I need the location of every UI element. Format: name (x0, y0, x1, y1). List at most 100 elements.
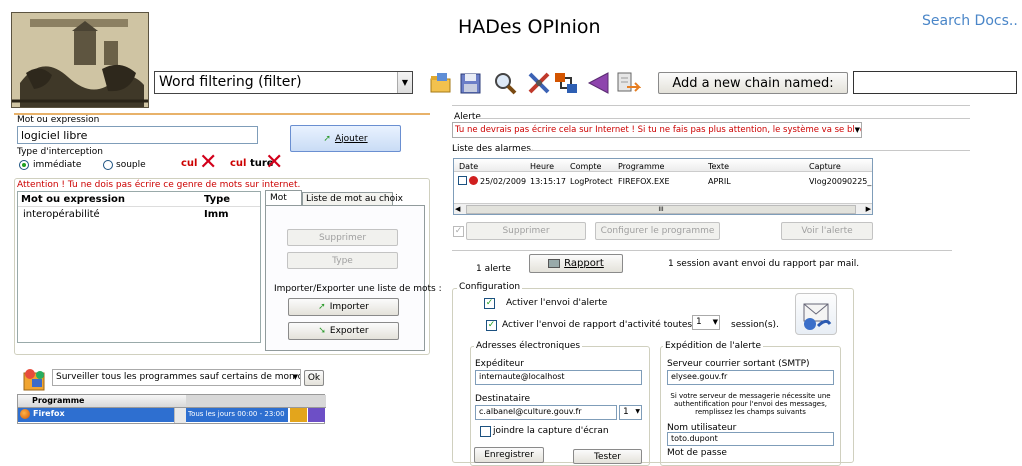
schedule-cell: Tous les jours 00:00 - 23:00 (186, 408, 288, 422)
col-header-time[interactable]: Heure (530, 162, 554, 171)
row-checkbox[interactable] (458, 176, 467, 185)
schedule-text: Tous les jours 00:00 - 23:00 (188, 410, 285, 418)
table-row[interactable]: interopérabilité Imm (18, 208, 260, 222)
tools-icon[interactable] (526, 70, 552, 96)
enable-alert-label: Activer l'envoi d'alerte (506, 298, 608, 308)
sender-label: Expéditeur (475, 359, 524, 369)
import-export-label: Importer/Exporter une liste de mots : (274, 284, 442, 294)
word-input[interactable]: logiciel libre (17, 126, 258, 144)
attach-screenshot-checkbox[interactable] (480, 426, 491, 437)
alert-message-select[interactable]: Tu ne devrais pas écrire cela sur Intern… (452, 122, 862, 138)
network-icon[interactable] (553, 70, 579, 96)
import-label: Importer (329, 302, 369, 312)
row-date: 25/02/2009 (480, 177, 527, 186)
dispatch-label: Expédition de l'alerte (663, 341, 763, 351)
report-sessions-select[interactable]: 1 ▼ (692, 315, 720, 330)
word-list-table[interactable]: Mot ou expression Type interopérabilité … (17, 191, 261, 343)
chevron-down-icon[interactable]: ▼ (293, 373, 298, 381)
recipient-count-value: 1 (623, 407, 629, 417)
delete-alarm-button[interactable]: Supprimer (466, 222, 586, 240)
recipient-count-select[interactable]: 1 ▼ (619, 405, 642, 420)
radio-soft[interactable] (103, 160, 113, 170)
add-word-button[interactable]: ➚ Ajouter (290, 125, 401, 152)
recipient-input[interactable]: c.albanel@culture.gouv.fr (475, 405, 617, 420)
interception-label: Type d'interception (17, 147, 103, 157)
username-input[interactable]: toto.dupont (667, 432, 834, 446)
col-header-program[interactable]: Programme (618, 162, 664, 171)
chevron-down-icon[interactable]: ▼ (854, 126, 860, 134)
horizontal-scrollbar[interactable]: ◀ III ▶ (454, 203, 872, 214)
import-icon: ➚ (318, 302, 326, 312)
row-account: LogProtect (570, 177, 613, 186)
divider (528, 150, 970, 151)
col-header-text[interactable]: Texte (708, 162, 729, 171)
divider (18, 206, 260, 207)
divider (477, 118, 970, 119)
attach-screenshot-label: joindre la capture d'écran (493, 426, 609, 436)
col-header-capture[interactable]: Capture (809, 162, 841, 171)
ok-button[interactable]: Ok (304, 370, 324, 386)
select-all-checkbox[interactable]: ✓ (453, 226, 464, 237)
mail-icon (795, 293, 837, 335)
col-header-account[interactable]: Compte (570, 162, 601, 171)
divider (452, 250, 952, 251)
view-alert-button[interactable]: Voir l'alerte (781, 222, 873, 240)
export-label: Exporter (329, 326, 369, 336)
col-header-type[interactable]: Type (204, 194, 230, 205)
alarms-table[interactable]: Date Heure Compte Programme Texte Captur… (453, 158, 873, 215)
delete-word-button[interactable]: Supprimer (287, 229, 398, 246)
program-table[interactable]: Programme Firefox Tous les jours 00:00 -… (17, 394, 326, 424)
save-settings-button[interactable]: Enregistrer (474, 447, 544, 463)
tab-word-list-label: Liste de mot au choix (306, 194, 403, 204)
program-scrollbar[interactable] (174, 408, 186, 423)
program-header-right (186, 395, 326, 408)
smtp-input[interactable]: elysee.gouv.fr (667, 370, 834, 385)
program-watch-value: Surveiller tous les programmes sauf cert… (56, 372, 301, 382)
arrow-left-icon[interactable] (586, 70, 612, 96)
stop-icon (469, 176, 478, 185)
radio-soft-label: souple (116, 160, 146, 170)
import-button[interactable]: ➚ Importer (288, 298, 399, 316)
enable-report-label: Activer l'envoi de rapport d'activité to… (502, 320, 708, 330)
scroll-right-icon[interactable]: ▶ (866, 205, 871, 213)
program-watch-icon (20, 365, 50, 393)
enable-alert-checkbox[interactable]: ✓ (484, 298, 495, 309)
table-row[interactable]: Firefox (18, 408, 174, 422)
program-watch-select[interactable]: Surveiller tous les programmes sauf cert… (52, 369, 301, 386)
recipient-label: Destinataire (475, 394, 530, 404)
export-icon[interactable] (615, 70, 642, 96)
scroll-left-icon[interactable]: ◀ (455, 205, 460, 213)
report-button[interactable]: Rapport (529, 254, 623, 273)
firefox-icon (20, 409, 30, 419)
password-label: Mot de passe (667, 448, 727, 458)
configure-program-button[interactable]: Configurer le programme (595, 222, 720, 240)
export-button[interactable]: ➘ Exporter (288, 322, 399, 340)
col-header-word[interactable]: Mot ou expression (21, 194, 125, 205)
chevron-down-icon[interactable]: ▼ (397, 72, 412, 93)
chevron-down-icon[interactable]: ▼ (713, 318, 718, 326)
alert-message-value: Tu ne devrais pas écrire cela sur Intern… (455, 125, 862, 135)
tab-word-list[interactable]: Liste de mot au choix (302, 192, 403, 206)
new-chain-name-input[interactable] (853, 71, 1017, 94)
chain-select[interactable]: Word filtering (filter) ▼ (154, 71, 413, 94)
program-header: Programme (18, 395, 186, 408)
search-zoom-icon[interactable] (492, 70, 518, 96)
divider (452, 105, 970, 106)
enable-report-checkbox[interactable]: ✓ (486, 320, 497, 331)
email-addresses-label: Adresses électroniques (474, 341, 583, 351)
type-button[interactable]: Type (287, 252, 398, 269)
radio-immediate[interactable] (19, 160, 29, 170)
save-icon[interactable] (458, 70, 484, 96)
test-button[interactable]: Tester (573, 449, 642, 464)
open-folder-icon[interactable] (428, 70, 454, 96)
table-row[interactable]: 25/02/2009 13:15:17 LogProtect FIREFOX.E… (454, 175, 872, 188)
add-chain-button[interactable]: Add a new chain named: (658, 72, 848, 94)
report-sessions-value: 1 (696, 317, 702, 327)
chevron-down-icon[interactable]: ▼ (635, 408, 640, 415)
sender-input[interactable]: internaute@localhost (475, 370, 642, 385)
close-x-icon: ✕ (265, 150, 284, 175)
tab-word[interactable]: Mot (265, 190, 302, 206)
search-docs-link[interactable]: Search Docs.. (922, 13, 1018, 29)
col-header-date[interactable]: Date (459, 162, 478, 171)
scroll-thumb[interactable]: III (466, 205, 856, 214)
